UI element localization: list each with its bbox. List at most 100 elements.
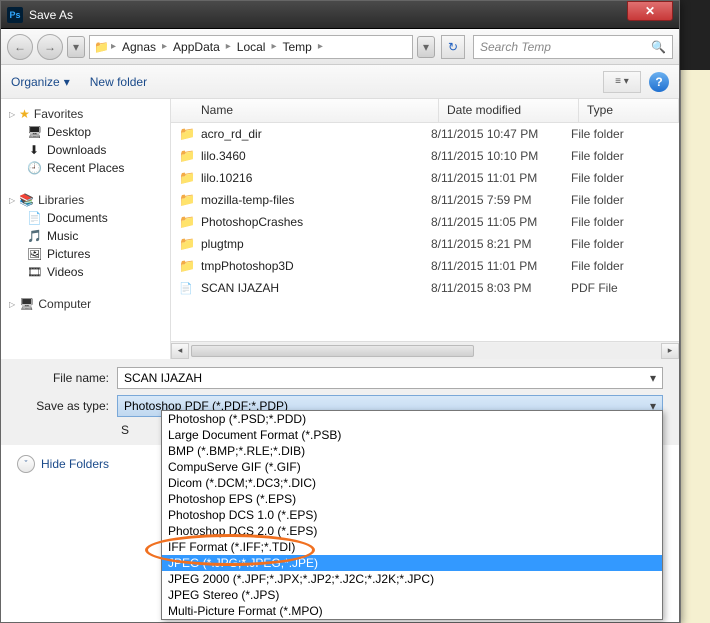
photoshop-icon: Ps <box>7 7 23 23</box>
sidebar-item[interactable]: 🖥 Desktop <box>1 123 170 141</box>
breadcrumb[interactable]: 📁 ▸ Agnas ▸ AppData ▸ Local ▸ Temp ▸ <box>89 35 413 59</box>
table-row[interactable]: 📁mozilla-temp-files8/11/2015 7:59 PMFile… <box>171 189 679 211</box>
sidebar-item-label: Pictures <box>47 247 90 261</box>
file-list[interactable]: 📁acro_rd_dir8/11/2015 10:47 PMFile folde… <box>171 123 679 341</box>
organize-button[interactable]: Organize ▾ <box>11 75 70 89</box>
sidebar-item-icon: 🕘 <box>27 161 41 175</box>
table-row[interactable]: 📄SCAN IJAZAH8/11/2015 8:03 PMPDF File <box>171 277 679 299</box>
file-name: plugtmp <box>201 237 431 251</box>
dropdown-option[interactable]: JPEG 2000 (*.JPF;*.JPX;*.JP2;*.J2C;*.J2K… <box>162 571 662 587</box>
col-date[interactable]: Date modified <box>439 99 579 122</box>
dropdown-option[interactable]: Dicom (*.DCM;*.DC3;*.DIC) <box>162 475 662 491</box>
sidebar-item[interactable]: 🕘Recent Places <box>1 159 170 177</box>
table-row[interactable]: 📁plugtmp8/11/2015 8:21 PMFile folder <box>171 233 679 255</box>
nav-bar: ← → ▾ 📁 ▸ Agnas ▸ AppData ▸ Local ▸ Temp… <box>1 29 679 65</box>
crumb[interactable]: Local <box>233 38 270 56</box>
file-type: File folder <box>571 259 671 273</box>
collapse-icon: ▷ <box>9 300 15 309</box>
table-row[interactable]: 📁lilo.102168/11/2015 11:01 PMFile folder <box>171 167 679 189</box>
table-row[interactable]: 📁lilo.34608/11/2015 10:10 PMFile folder <box>171 145 679 167</box>
crumb[interactable]: Temp <box>279 38 316 56</box>
dropdown-option[interactable]: Photoshop (*.PSD;*.PDD) <box>162 411 662 427</box>
sidebar-item-label: Downloads <box>47 143 106 157</box>
back-button[interactable]: ← <box>7 34 33 60</box>
chevron-right-icon: ▸ <box>162 41 167 52</box>
file-name: lilo.10216 <box>201 171 431 185</box>
file-pane: Name Date modified Type 📁acro_rd_dir8/11… <box>171 99 679 359</box>
new-folder-button[interactable]: New folder <box>90 75 147 89</box>
horizontal-scrollbar[interactable]: ◂ ▸ <box>171 341 679 359</box>
file-date: 8/11/2015 10:10 PM <box>431 149 571 163</box>
table-row[interactable]: 📁acro_rd_dir8/11/2015 10:47 PMFile folde… <box>171 123 679 145</box>
file-date: 8/11/2015 8:21 PM <box>431 237 571 251</box>
sidebar-computer[interactable]: ▷ 🖥 Computer <box>1 295 170 313</box>
sidebar-item[interactable]: 🎵 Music <box>1 227 170 245</box>
sidebar: ▷ ★ Favorites 🖥 Desktop ⬇ Downloads 🕘Recent … <box>1 99 171 359</box>
dropdown-option[interactable]: CompuServe GIF (*.GIF) <box>162 459 662 475</box>
crumb[interactable]: AppData <box>169 38 224 56</box>
refresh-button[interactable]: ↻ <box>441 35 465 59</box>
sidebar-item[interactable]: 📄Documents <box>1 209 170 227</box>
col-name[interactable]: Name <box>171 99 439 122</box>
sidebar-item[interactable]: 🎞Videos <box>1 263 170 281</box>
sidebar-item-icon: 🎵 <box>27 229 41 243</box>
saveastype-dropdown[interactable]: Photoshop (*.PSD;*.PDD)Large Document Fo… <box>161 410 663 620</box>
computer-icon: 🖥 <box>19 297 34 311</box>
forward-button[interactable]: → <box>37 34 63 60</box>
sidebar-libraries[interactable]: ▷ 📚 Libraries <box>1 191 170 209</box>
table-row[interactable]: 📁PhotoshopCrashes8/11/2015 11:05 PMFile … <box>171 211 679 233</box>
file-name: SCAN IJAZAH <box>201 281 431 295</box>
sidebar-item-icon: 🖥 <box>27 125 41 139</box>
dropdown-option[interactable]: Large Document Format (*.PSB) <box>162 427 662 443</box>
sidebar-item[interactable]: 🖼 Pictures <box>1 245 170 263</box>
folder-icon: 📁 <box>179 258 197 274</box>
dropdown-option[interactable]: Photoshop EPS (*.EPS) <box>162 491 662 507</box>
dropdown-option[interactable]: IFF Format (*.IFF;*.TDI) <box>162 539 662 555</box>
dropdown-option[interactable]: Photoshop DCS 2.0 (*.EPS) <box>162 523 662 539</box>
dropdown-option[interactable]: Multi-Picture Format (*.MPO) <box>162 603 662 619</box>
sidebar-item-label: Music <box>47 229 78 243</box>
folder-icon: 📁 <box>179 126 197 142</box>
chevron-down-icon: ▾ <box>64 75 70 89</box>
file-date: 8/11/2015 8:03 PM <box>431 281 571 295</box>
scroll-left-icon[interactable]: ◂ <box>171 343 189 359</box>
sidebar-favorites[interactable]: ▷ ★ Favorites <box>1 105 170 123</box>
col-type[interactable]: Type <box>579 99 679 122</box>
sidebar-item-icon: ⬇ <box>27 143 41 157</box>
filename-field[interactable]: SCAN IJAZAH ▾ <box>117 367 663 389</box>
window-title: Save As <box>29 8 627 22</box>
scroll-right-icon[interactable]: ▸ <box>661 343 679 359</box>
dropdown-option[interactable]: JPEG (*.JPG;*.JPEG;*.JPE) <box>162 555 662 571</box>
folder-icon: 📁 <box>179 236 197 252</box>
file-date: 8/11/2015 11:01 PM <box>431 259 571 273</box>
view-button[interactable]: ≡ ▾ <box>603 71 641 93</box>
table-row[interactable]: 📁tmpPhotoshop3D8/11/2015 11:01 PMFile fo… <box>171 255 679 277</box>
crumb[interactable]: Agnas <box>118 38 160 56</box>
folder-icon: 📁 <box>94 40 109 54</box>
scroll-thumb[interactable] <box>191 345 474 357</box>
sidebar-item-label: Desktop <box>47 125 91 139</box>
help-button[interactable]: ? <box>649 72 669 92</box>
file-type: File folder <box>571 171 671 185</box>
file-name: acro_rd_dir <box>201 127 431 141</box>
dropdown-option[interactable]: JPEG Stereo (*.JPS) <box>162 587 662 603</box>
sidebar-item-icon: 🖼 <box>27 247 41 261</box>
breadcrumb-dropdown[interactable]: ▾ <box>417 36 435 58</box>
nav-history-dropdown[interactable]: ▾ <box>67 36 85 58</box>
search-input[interactable]: Search Temp 🔍 <box>473 35 673 59</box>
dropdown-option[interactable]: PCX (*.PCX) <box>162 619 662 620</box>
chevron-right-icon: ▸ <box>226 41 231 52</box>
filename-label: File name: <box>17 371 117 385</box>
sidebar-item[interactable]: ⬇ Downloads <box>1 141 170 159</box>
libraries-icon: 📚 <box>19 193 34 207</box>
search-placeholder: Search Temp <box>480 40 551 54</box>
dropdown-option[interactable]: Photoshop DCS 1.0 (*.EPS) <box>162 507 662 523</box>
folder-icon: 📁 <box>179 192 197 208</box>
file-date: 8/11/2015 7:59 PM <box>431 193 571 207</box>
pdf-icon: 📄 <box>179 282 197 295</box>
chevron-down-icon[interactable]: ▾ <box>650 371 656 385</box>
dropdown-option[interactable]: BMP (*.BMP;*.RLE;*.DIB) <box>162 443 662 459</box>
close-button[interactable]: ✕ <box>627 1 673 21</box>
sidebar-item-icon: 📄 <box>27 211 41 225</box>
chevron-down-icon: ˇ <box>17 455 35 473</box>
